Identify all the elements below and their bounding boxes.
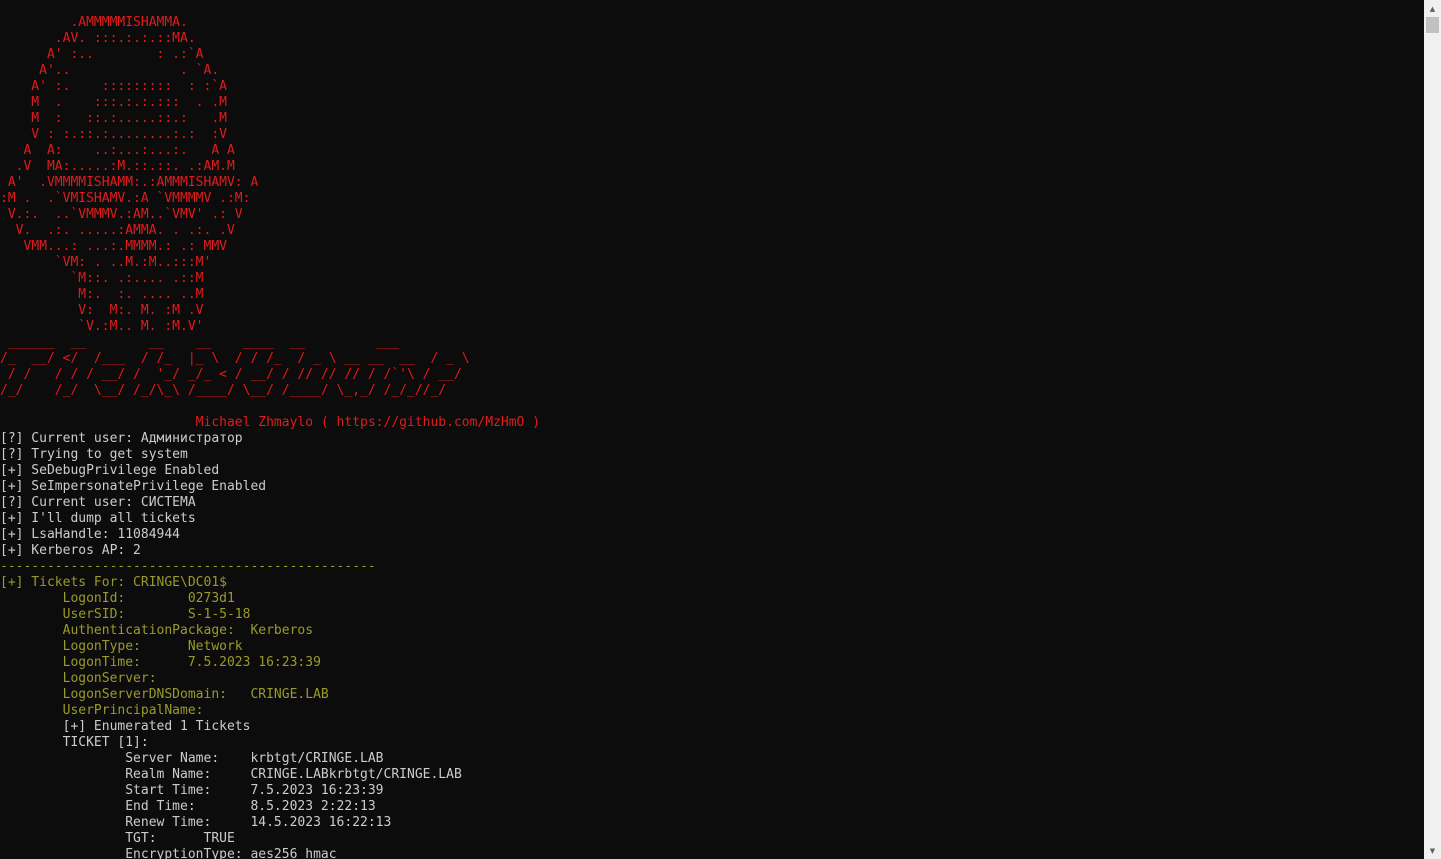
scroll-down-arrow-icon[interactable]: ▼ (1424, 842, 1441, 859)
console-line: LogonServer: (0, 671, 157, 686)
console-line: LogonId: 0273d1 (0, 591, 235, 606)
console-line: [?] Current user: Администратор (0, 431, 243, 446)
scroll-up-arrow-icon[interactable]: ▲ (1424, 0, 1441, 17)
console-line: /_ __/ </ /___ / /_ |_ \ / / /_ / _ \ __… (0, 351, 470, 366)
console-line: [+] I'll dump all tickets (0, 511, 196, 526)
console-line: VMM...: ...:.MMMM.: .: MMV (0, 239, 227, 254)
console-line: M:. :. .... ..M (0, 287, 204, 302)
console-line: A'.. . `A. (0, 63, 220, 78)
console-line: [+] SeImpersonatePrivilege Enabled (0, 479, 267, 494)
console-line: AuthenticationPackage: Kerberos (0, 623, 314, 638)
console-line: A A: ..:...:...:. A A (0, 143, 235, 158)
console-line: TICKET [1]: (0, 735, 149, 750)
console-line: V. .:. .....:AMMA. . .:. .V (0, 223, 235, 238)
console-line: ______ __ __ __ ____ __ ___ (0, 335, 400, 350)
console-line: LogonType: Network (0, 639, 243, 654)
console-line: [?] Current user: СИСТЕМА (0, 495, 196, 510)
console-line: .AV. :::.:.:.::MA. (0, 31, 196, 46)
console-line: [?] Trying to get system (0, 447, 188, 462)
console-line: [+] Enumerated 1 Tickets (0, 719, 251, 734)
console-line: ----------------------------------------… (0, 559, 376, 574)
console-line: V.:. ..`VMMMV.:AM..`VMV' .: V (0, 207, 243, 222)
console-line: UserPrincipalName: (0, 703, 204, 718)
console-line: [+] Kerberos AP: 2 (0, 543, 141, 558)
console-line: [+] Tickets For: CRINGE\DC01$ (0, 575, 227, 590)
console-line: UserSID: S-1-5-18 (0, 607, 251, 622)
console-line: `V.:M.. M. :M.V' (0, 319, 204, 334)
console-line: End Time: 8.5.2023 2:22:13 (0, 799, 376, 814)
console-line: / / / / / __/ / '_/ _/_ < / __/ / // // … (0, 367, 462, 382)
console-line: .AMMMMMISHAMMA. (0, 15, 188, 30)
console-line: Start Time: 7.5.2023 16:23:39 (0, 783, 384, 798)
console-line: V : :.::.:........:.: :V (0, 127, 227, 142)
console-line: .V MA:.....:M.::.::. .:AM.M (0, 159, 235, 174)
console-line: TGT: TRUE (0, 831, 235, 846)
console-window[interactable]: .AMMMMMISHAMMA. .AV. :::.:.:.::MA. A' :.… (0, 0, 1424, 859)
console-line: M . :::.:.:.::: . .M (0, 95, 227, 110)
console-line: A' :.. : .:`A (0, 47, 204, 62)
console-line: Realm Name: CRINGE.LABkrbtgt/CRINGE.LAB (0, 767, 462, 782)
console-line: EncryptionType: aes256_hmac (0, 847, 337, 859)
console-line: Renew Time: 14.5.2023 16:22:13 (0, 815, 392, 830)
console-line: LogonTime: 7.5.2023 16:23:39 (0, 655, 321, 670)
console-line: Server Name: krbtgt/CRINGE.LAB (0, 751, 384, 766)
vertical-scrollbar[interactable]: ▲ ▼ (1424, 0, 1441, 859)
console-line: [+] SeDebugPrivilege Enabled (0, 463, 220, 478)
console-line: V: M:. M. :M .V (0, 303, 204, 318)
console-line: A' :. ::::::::: : :`A (0, 79, 227, 94)
console-line: [+] LsaHandle: 11084944 (0, 527, 181, 542)
scrollbar-thumb[interactable] (1426, 17, 1439, 33)
console-line: /_/ /_/ \__/ /_/\_\ /____/ \__/ /____/ \… (0, 383, 447, 398)
console-line: A' .VMMMMISHAMM:.:AMMMISHAMV: A (0, 175, 259, 190)
console-line: :M . .`VMISHAMV.:A `VMMMMV .:M: (0, 191, 251, 206)
console-line: M : ::.:.....::.: .M (0, 111, 227, 126)
console-line: `M::. .:.... .::M (0, 271, 204, 286)
console-output: .AMMMMMISHAMMA. .AV. :::.:.:.::MA. A' :.… (0, 15, 540, 859)
console-line: LogonServerDNSDomain: CRINGE.LAB (0, 687, 329, 702)
console-line: Michael Zhmaylo ( https://github.com/MzH… (0, 415, 541, 430)
console-line: `VM: . ..M.:M..:::M' (0, 255, 212, 270)
